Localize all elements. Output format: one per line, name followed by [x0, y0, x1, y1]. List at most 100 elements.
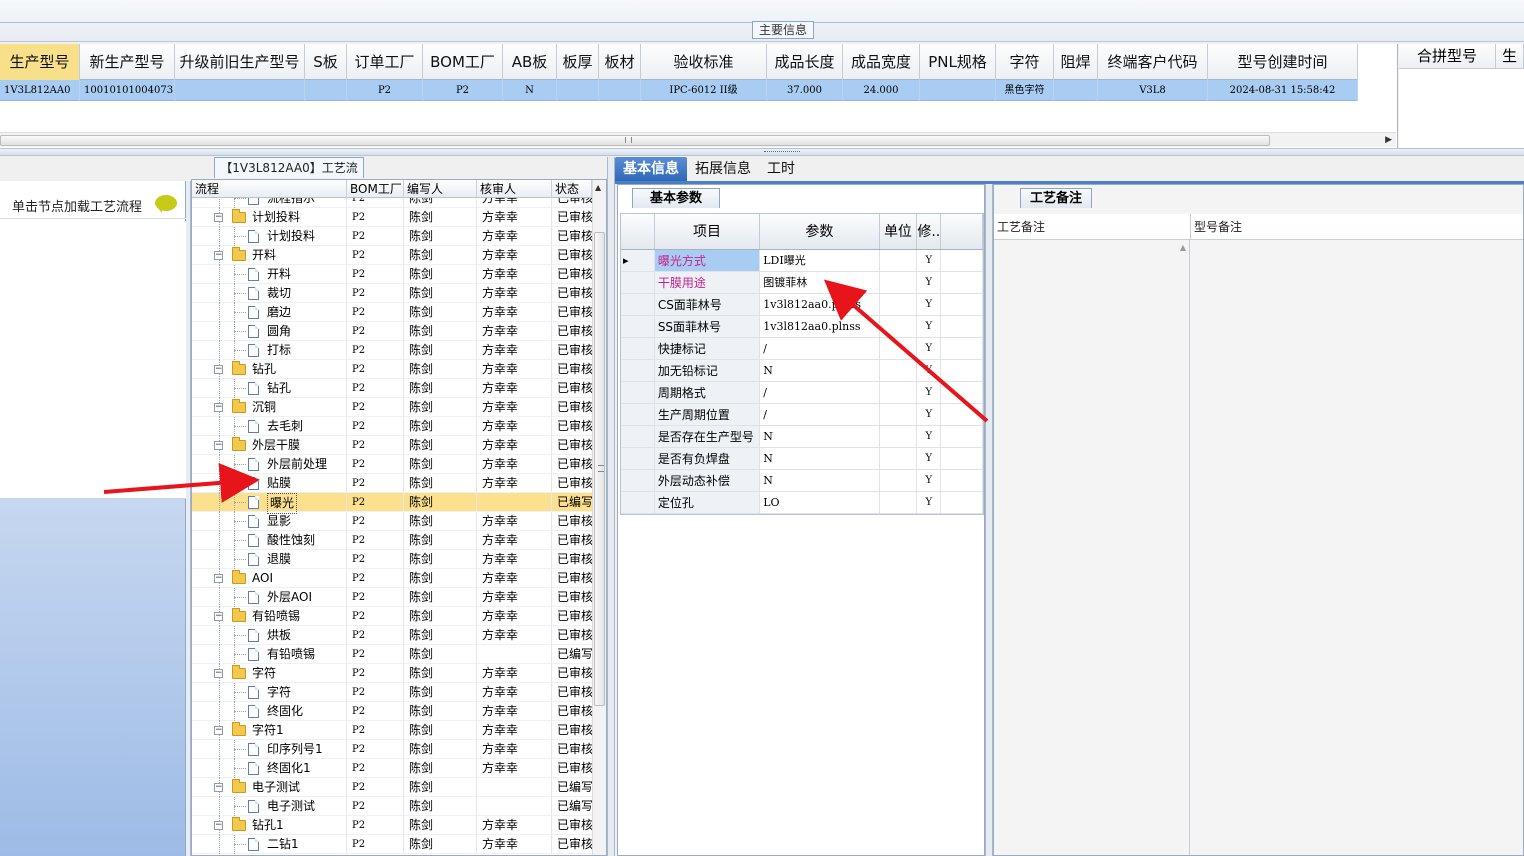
column-header[interactable]: 订单工厂	[347, 44, 423, 80]
params-row[interactable]: 定位孔 LO Y	[621, 492, 984, 514]
row-indicator[interactable]	[621, 382, 655, 403]
column-header[interactable]: 阻焊	[1054, 44, 1098, 80]
grid-cell[interactable]	[557, 80, 599, 101]
tree-row[interactable]: 曝光 P2 陈剑 已编写	[192, 493, 592, 514]
collapse-toggle-icon[interactable]: −	[214, 251, 223, 260]
tree-row[interactable]: 外层前处理 P2 陈剑 方幸幸 已审核	[192, 455, 592, 474]
params-value[interactable]: 1v3l812aa0.plncs	[760, 294, 880, 315]
tree-node[interactable]: − 沉铜	[192, 398, 347, 417]
column-header[interactable]: S板	[305, 44, 347, 80]
params-row[interactable]: SS面菲林号 1v3l812aa0.plnss Y	[621, 316, 984, 338]
row-indicator[interactable]: ▸	[621, 250, 655, 271]
params-value[interactable]: LO	[760, 492, 880, 513]
tree-row[interactable]: 酸性蚀刻 P2 陈剑 方幸幸 已审核	[192, 531, 592, 550]
tree-node[interactable]: − 字符1	[192, 721, 347, 740]
tree-row[interactable]: − 计划投料 P2 陈剑 方幸幸 已审核	[192, 208, 592, 227]
tab-work-hours[interactable]: 工时	[759, 157, 803, 181]
model-grid[interactable]: 生产型号 新生产型号 升级前旧生产型号 S板 订单工厂 BOM工厂 AB板 板厚 板材 验收标准成…	[0, 44, 1398, 148]
tree-row[interactable]: 贴膜 P2 陈剑 方幸幸 已审核	[192, 474, 592, 493]
column-header[interactable]: 板材	[599, 44, 641, 80]
tree-node[interactable]: − 外层干膜	[192, 436, 347, 455]
tree-row[interactable]: 开料 P2 陈剑 方幸幸 已审核	[192, 265, 592, 284]
tree-row[interactable]: 去毛刺 P2 陈剑 方幸幸 已审核	[192, 417, 592, 436]
column-header[interactable]: 成品长度	[767, 44, 843, 80]
column-header[interactable]: 新生产型号	[80, 44, 175, 80]
row-indicator[interactable]	[621, 294, 655, 315]
params-row[interactable]: 是否有负焊盘 N Y	[621, 448, 984, 470]
params-value[interactable]: /	[760, 382, 880, 403]
grid-cell[interactable]: N	[503, 80, 557, 101]
params-row[interactable]: 干膜用途 图镀菲林 Y	[621, 272, 984, 294]
tree-node[interactable]: − 有铅喷锡	[192, 607, 347, 626]
tree-column-header[interactable]: 核审人	[477, 180, 552, 198]
tree-node[interactable]: 外层AOI	[192, 588, 347, 607]
notes-header-process[interactable]: 工艺备注	[994, 214, 1191, 239]
tree-column-header[interactable]: 状态	[552, 180, 592, 198]
tree-node[interactable]: 圆角	[192, 322, 347, 341]
tree-node[interactable]: 曝光	[192, 493, 347, 514]
tree-row[interactable]: − 钻孔 P2 陈剑 方幸幸 已审核	[192, 360, 592, 379]
tree-node[interactable]: − 字符	[192, 664, 347, 683]
tree-row[interactable]: 二钻1 P2 陈剑 方幸幸 已审核	[192, 835, 592, 854]
tree-row[interactable]: 烘板 P2 陈剑 方幸幸 已审核	[192, 626, 592, 645]
tree-row[interactable]: − AOI P2 陈剑 方幸幸 已审核	[192, 569, 592, 588]
grid-cell[interactable]: 1V3L812AA0	[0, 80, 80, 101]
params-value[interactable]: 1v3l812aa0.plnss	[760, 316, 880, 337]
grid-cell[interactable]: 10010101004073	[80, 80, 175, 101]
params-row[interactable]: 周期格式 / Y	[621, 382, 984, 404]
grid-cell[interactable]: 37.000	[767, 80, 843, 101]
tree-node[interactable]: 钻孔	[192, 379, 347, 398]
collapse-toggle-icon[interactable]: −	[214, 403, 223, 412]
process-notes-body[interactable]: ▲	[994, 240, 1190, 855]
params-value[interactable]: LDI曝光	[760, 250, 880, 271]
collapse-toggle-icon[interactable]: −	[214, 726, 223, 735]
params-value[interactable]: N	[760, 470, 880, 491]
column-header[interactable]: 字符	[996, 44, 1054, 80]
grid-cell[interactable]: P2	[423, 80, 503, 101]
grid-cell[interactable]: V3L8	[1098, 80, 1208, 101]
tree-node[interactable]: 电子测试	[192, 797, 347, 816]
tree-node[interactable]: 二钻1	[192, 835, 347, 854]
tree-row[interactable]: 外层AOI P2 陈剑 方幸幸 已审核	[192, 588, 592, 607]
grid-cell[interactable]	[920, 80, 996, 101]
params-header-value[interactable]: 参数	[760, 214, 880, 249]
column-header[interactable]: AB板	[503, 44, 557, 80]
collapse-toggle-icon[interactable]: −	[214, 365, 223, 374]
tree-node[interactable]: 外层前处理	[192, 455, 347, 474]
params-row[interactable]: 加无铅标记 N Y	[621, 360, 984, 382]
tree-row[interactable]: 字符 P2 陈剑 方幸幸 已审核	[192, 683, 592, 702]
tree-node[interactable]: 退膜	[192, 550, 347, 569]
tree-row[interactable]: 磨边 P2 陈剑 方幸幸 已审核	[192, 303, 592, 322]
tree-node[interactable]: 磨边	[192, 303, 347, 322]
tree-row[interactable]: 计划投料 P2 陈剑 方幸幸 已审核	[192, 227, 592, 246]
basic-params-tab[interactable]: 基本参数	[632, 188, 720, 208]
tree-column-header[interactable]: 编写人	[404, 180, 477, 198]
tree-node[interactable]: − 钻孔	[192, 360, 347, 379]
scrollbar-thumb[interactable]	[594, 232, 605, 706]
row-indicator[interactable]	[621, 360, 655, 381]
tree-column-header[interactable]: BOM工厂	[347, 180, 404, 198]
vertical-splitter-middle[interactable]	[607, 157, 615, 856]
params-value[interactable]: /	[760, 404, 880, 425]
grid-cell[interactable]	[1054, 80, 1098, 101]
collapse-toggle-icon[interactable]: −	[214, 821, 223, 830]
params-value[interactable]: N	[760, 448, 880, 469]
tree-node[interactable]: 计划投料	[192, 227, 347, 246]
row-indicator[interactable]	[621, 316, 655, 337]
tree-node[interactable]: − 钻孔1	[192, 816, 347, 835]
column-header[interactable]: 板厚	[557, 44, 599, 80]
grid-cell[interactable]	[175, 80, 305, 101]
column-header[interactable]: 型号创建时间	[1208, 44, 1358, 80]
params-value[interactable]: N	[760, 426, 880, 447]
params-header-unit[interactable]: 单位	[880, 214, 918, 249]
tree-row[interactable]: 终固化1 P2 陈剑 方幸幸 已审核	[192, 759, 592, 778]
tree-row[interactable]: − 沉铜 P2 陈剑 方幸幸 已审核	[192, 398, 592, 417]
grid-cell[interactable]: 黑色字符	[996, 80, 1054, 101]
tree-node[interactable]: 贴膜	[192, 474, 347, 493]
params-value[interactable]: /	[760, 338, 880, 359]
tree-row[interactable]: 圆角 P2 陈剑 方幸幸 已审核	[192, 322, 592, 341]
collapse-toggle-icon[interactable]: −	[214, 441, 223, 450]
tree-row[interactable]: − 外层干膜 P2 陈剑 方幸幸 已审核	[192, 436, 592, 455]
tree-node[interactable]: 终固化	[192, 702, 347, 721]
grid-cell[interactable]	[305, 80, 347, 101]
